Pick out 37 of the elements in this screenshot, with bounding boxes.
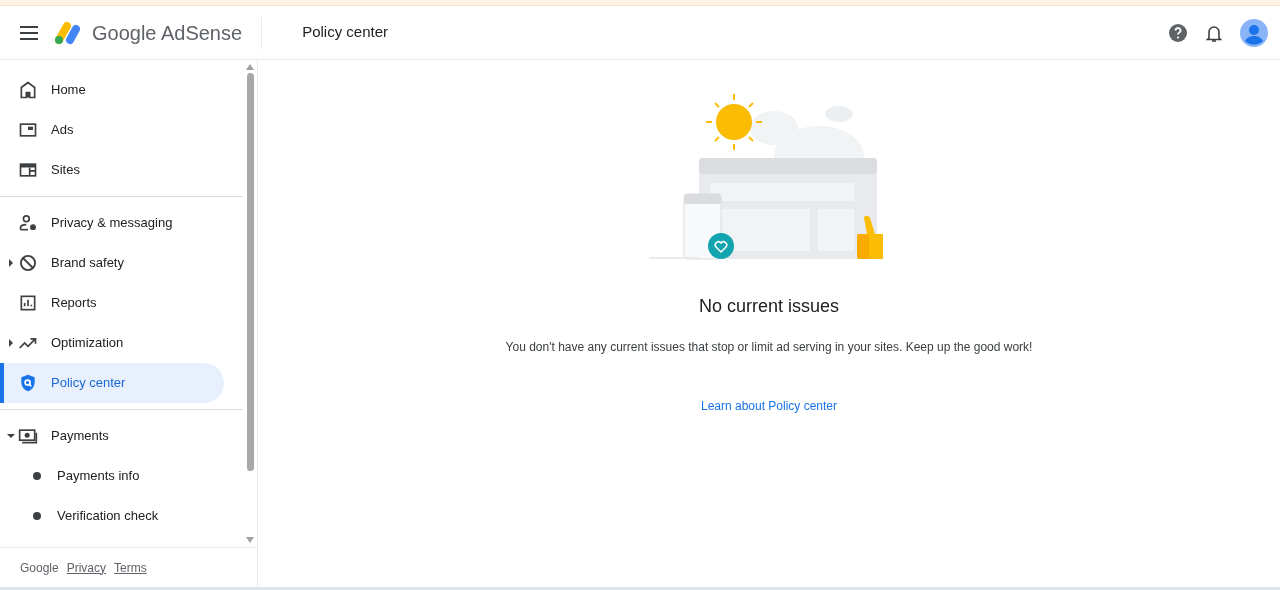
caret-icon[interactable] — [7, 432, 15, 440]
nav-item[interactable]: Sites — [0, 150, 224, 190]
nav-item[interactable]: Privacy & messaging — [0, 203, 224, 243]
nav-item[interactable]: Ads — [0, 110, 224, 150]
status-message: You don't have any current issues that stop or limit ad serving in your sites. Keep up the good work! — [505, 339, 1033, 356]
ad-frame-icon — [18, 120, 38, 140]
nav-item[interactable]: Optimization — [0, 323, 224, 363]
person-icon — [18, 213, 38, 233]
page-title: Policy center — [302, 22, 388, 43]
status-heading: No current issues — [698, 295, 840, 318]
caret-icon[interactable] — [7, 339, 15, 347]
nav-subitem[interactable]: Verification check — [0, 496, 224, 536]
block-icon — [18, 253, 38, 273]
bullet-icon — [33, 512, 41, 520]
learn-more-link[interactable]: Learn about Policy center — [700, 397, 838, 415]
nav-subitem[interactable]: Payments info — [0, 456, 224, 496]
footer-link[interactable]: Terms — [114, 558, 147, 577]
nav-item[interactable]: Payments — [0, 416, 224, 456]
scroll-up-icon[interactable] — [246, 64, 254, 70]
nav-item[interactable]: Reports — [0, 283, 224, 323]
home-icon — [18, 80, 38, 100]
cash-icon — [18, 426, 38, 446]
nav-item[interactable]: Brand safety — [0, 243, 224, 283]
bullet-icon — [33, 472, 41, 480]
product-name: Google AdSense — [92, 20, 243, 46]
avatar-icon[interactable] — [1240, 18, 1268, 47]
menu-icon[interactable] — [20, 25, 38, 40]
logo-icon — [55, 20, 83, 45]
footer-brand: Google — [20, 559, 59, 577]
caret-icon[interactable] — [7, 259, 15, 267]
nav-item[interactable]: Home — [0, 70, 224, 110]
browser-icon — [18, 160, 38, 180]
help-icon[interactable] — [1168, 22, 1188, 43]
footer-link[interactable]: Privacy — [66, 558, 107, 577]
scroll-down-icon[interactable] — [246, 537, 254, 543]
bar-chart-icon — [18, 293, 38, 313]
shield-icon — [18, 373, 38, 393]
